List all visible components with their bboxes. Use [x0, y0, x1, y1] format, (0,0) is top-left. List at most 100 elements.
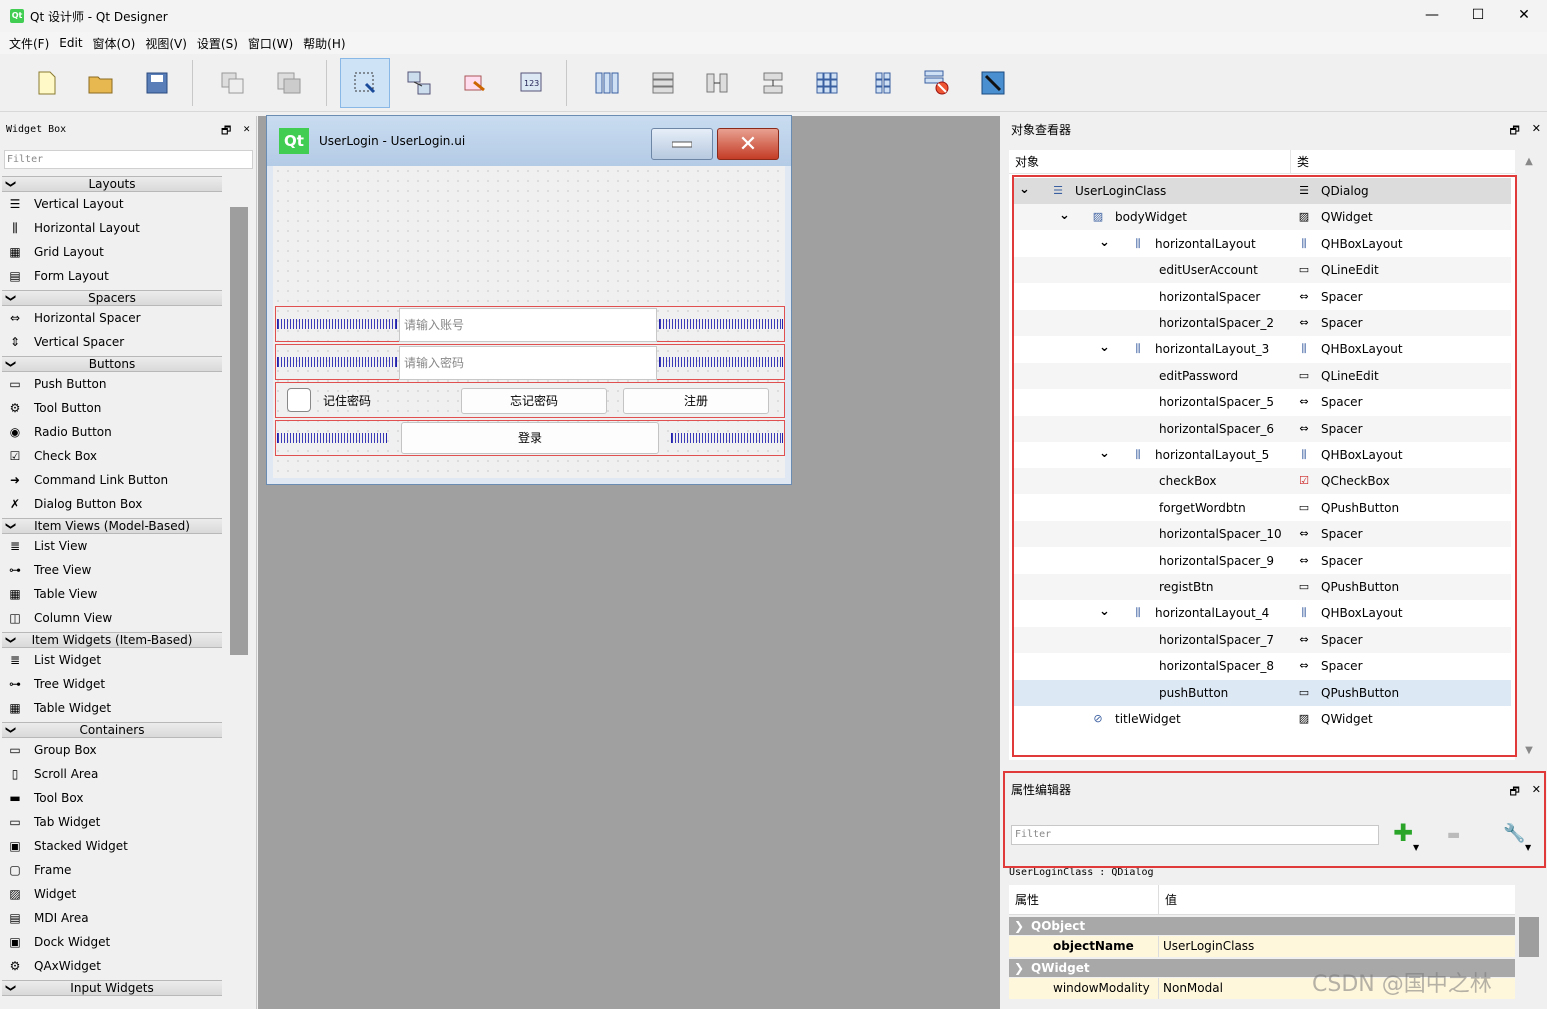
menu-view[interactable]: 视图(V)	[140, 35, 192, 52]
chevron-down-icon[interactable]: ⌄	[1099, 340, 1110, 355]
widget-item-dock-widget[interactable]: ▣ Dock Widget	[2, 930, 222, 954]
close-icon[interactable]: ✕	[1532, 122, 1541, 141]
object-row[interactable]: horizontalSpacer_7 ⇔ Spacer	[1013, 626, 1511, 653]
widget-box-scrollbar[interactable]	[230, 207, 248, 655]
horizontal-spacer-2[interactable]	[659, 319, 783, 329]
widget-item-check-box[interactable]: ☑ Check Box	[2, 444, 222, 468]
menu-edit[interactable]: Edit	[54, 36, 87, 50]
register-button[interactable]: 注册	[623, 388, 769, 414]
widget-item-group-box[interactable]: ▭ Group Box	[2, 738, 222, 762]
object-row[interactable]: ⌄ ☰ UserLoginClass ☰ QDialog	[1013, 178, 1511, 204]
object-row[interactable]: horizontalSpacer ⇔ Spacer	[1013, 284, 1511, 310]
vertical-layout-icon[interactable]	[638, 58, 688, 108]
object-row[interactable]: pushButton ▭ QPushButton	[1013, 679, 1511, 706]
horizontal-spacer-5[interactable]	[277, 357, 397, 367]
object-row[interactable]: ⌄ ⫼ horizontalLayout_3 ⫼ QHBoxLayout	[1013, 336, 1511, 362]
edit-buddies-icon[interactable]	[450, 58, 500, 108]
menu-help[interactable]: 帮助(H)	[298, 35, 350, 52]
widget-item-table-widget[interactable]: ▦ Table Widget	[2, 696, 222, 720]
chevron-down-icon[interactable]: ⌄	[1099, 446, 1110, 461]
widget-item-grid-layout[interactable]: ▦ Grid Layout	[2, 240, 222, 264]
save-icon[interactable]	[132, 58, 182, 108]
paste-icon[interactable]	[264, 58, 314, 108]
object-row[interactable]: ⊘ titleWidget ▨ QWidget	[1013, 706, 1511, 732]
edit-signals-icon[interactable]	[394, 58, 444, 108]
widget-item-tool-box[interactable]: ▬ Tool Box	[2, 786, 222, 810]
widget-item-tab-widget[interactable]: ▭ Tab Widget	[2, 810, 222, 834]
configure-icon[interactable]: 🔧	[1503, 823, 1525, 844]
widget-item-form-layout[interactable]: ▤ Form Layout	[2, 264, 222, 288]
widget-item-scroll-area[interactable]: ▯ Scroll Area	[2, 762, 222, 786]
widget-category-item-widgets-item-based-[interactable]: ❯ Item Widgets (Item-Based)	[2, 632, 222, 648]
chevron-down-icon[interactable]: ⌄	[1059, 208, 1070, 223]
chevron-down-icon[interactable]: ⌄	[1099, 604, 1110, 619]
object-row[interactable]: horizontalSpacer_10 ⇔ Spacer	[1013, 521, 1511, 548]
object-row[interactable]: checkBox ☑ QCheckBox	[1013, 468, 1511, 495]
minimize-button[interactable]: —	[1409, 0, 1455, 30]
password-input[interactable]: 请输入密码	[399, 346, 657, 380]
property-editor-scrollbar[interactable]	[1519, 917, 1539, 957]
widget-item-qaxwidget[interactable]: ⚙ QAxWidget	[2, 954, 222, 978]
close-icon[interactable]: ✕	[243, 122, 250, 141]
object-row[interactable]: registBtn ▭ QPushButton	[1013, 574, 1511, 600]
property-group-qobject[interactable]: ❯ QObject	[1009, 917, 1515, 935]
widget-category-buttons[interactable]: ❯ Buttons	[2, 356, 222, 372]
widget-item-stacked-widget[interactable]: ▣ Stacked Widget	[2, 834, 222, 858]
widget-item-horizontal-layout[interactable]: ⫼ Horizontal Layout	[2, 216, 222, 240]
configure-dropdown-icon[interactable]: ▼	[1525, 843, 1531, 852]
close-icon[interactable]: ✕	[1532, 783, 1541, 802]
widget-item-vertical-spacer[interactable]: ⇕ Vertical Spacer	[2, 330, 222, 354]
property-row-objectname[interactable]: objectName UserLoginClass	[1009, 936, 1515, 957]
menu-window[interactable]: 窗口(W)	[243, 35, 298, 52]
grid-layout-icon[interactable]	[802, 58, 852, 108]
chevron-down-icon[interactable]: ⌄	[1019, 182, 1030, 197]
widget-item-mdi-area[interactable]: ▤ MDI Area	[2, 906, 222, 930]
horizontal-splitter-icon[interactable]	[692, 58, 742, 108]
widget-item-command-link-button[interactable]: ➜ Command Link Button	[2, 468, 222, 492]
property-filter-input[interactable]: Filter	[1011, 825, 1379, 845]
widget-item-tree-view[interactable]: ⊶ Tree View	[2, 558, 222, 582]
widget-item-dialog-button-box[interactable]: ✗ Dialog Button Box	[2, 492, 222, 516]
widget-item-table-view[interactable]: ▦ Table View	[2, 582, 222, 606]
widget-category-spacers[interactable]: ❯ Spacers	[2, 290, 222, 306]
object-row[interactable]: ⌄ ▨ bodyWidget ▨ QWidget	[1013, 204, 1511, 231]
vertical-splitter-icon[interactable]	[748, 58, 798, 108]
object-inspector-scrollbar[interactable]: ▲ ▼	[1521, 150, 1537, 756]
menu-file[interactable]: 文件(F)	[4, 35, 54, 52]
horizontal-layout-icon[interactable]	[582, 58, 632, 108]
float-icon[interactable]: 🗗	[221, 122, 231, 141]
add-dropdown-icon[interactable]: ▼	[1413, 843, 1419, 852]
maximize-button[interactable]: ☐	[1455, 0, 1501, 30]
widget-item-widget[interactable]: ▨ Widget	[2, 882, 222, 906]
column-property[interactable]: 属性	[1009, 885, 1159, 914]
copy-icon[interactable]	[208, 58, 258, 108]
object-row[interactable]: ⌄ ⫼ horizontalLayout_5 ⫼ QHBoxLayout	[1013, 442, 1511, 468]
account-input[interactable]: 请输入账号	[399, 308, 657, 342]
widget-item-list-view[interactable]: ≣ List View	[2, 534, 222, 558]
widget-category-layouts[interactable]: ❯ Layouts	[2, 176, 222, 192]
widget-item-list-widget[interactable]: ≣ List Widget	[2, 648, 222, 672]
remember-checkbox[interactable]	[287, 388, 311, 412]
widget-item-column-view[interactable]: ◫ Column View	[2, 606, 222, 630]
widget-item-tree-widget[interactable]: ⊶ Tree Widget	[2, 672, 222, 696]
form-canvas[interactable]: 请输入账号 请输入密码 记住密码 忘记密码 注册 登录	[273, 166, 785, 478]
float-icon[interactable]: 🗗	[1509, 122, 1519, 141]
object-tree[interactable]: ⌄ ☰ UserLoginClass ☰ QDialog ⌄ ▨ bodyWidget ▨ QWi…	[1009, 174, 1515, 760]
open-folder-icon[interactable]	[76, 58, 126, 108]
break-layout-icon[interactable]	[912, 58, 962, 108]
horizontal-spacer-8[interactable]	[671, 433, 783, 443]
edit-tab-order-icon[interactable]: 123	[506, 58, 556, 108]
widget-item-vertical-layout[interactable]: ☰ Vertical Layout	[2, 192, 222, 216]
horizontal-spacer-7[interactable]	[277, 433, 387, 443]
forget-password-button[interactable]: 忘记密码	[461, 388, 607, 414]
add-property-icon[interactable]: ✚	[1393, 819, 1413, 847]
widget-item-frame[interactable]: ▢ Frame	[2, 858, 222, 882]
edit-widgets-icon[interactable]	[340, 58, 390, 108]
float-icon[interactable]: 🗗	[1509, 783, 1519, 802]
column-class[interactable]: 类	[1291, 150, 1309, 173]
widget-category-input-widgets[interactable]: ❯ Input Widgets	[2, 980, 222, 996]
widget-item-horizontal-spacer[interactable]: ⇔ Horizontal Spacer	[2, 306, 222, 330]
widget-category-item-views-model-based-[interactable]: ❯ Item Views (Model-Based)	[2, 518, 222, 534]
object-row[interactable]: editUserAccount ▭ QLineEdit	[1013, 257, 1511, 284]
widget-item-tool-button[interactable]: ⚙ Tool Button	[2, 396, 222, 420]
